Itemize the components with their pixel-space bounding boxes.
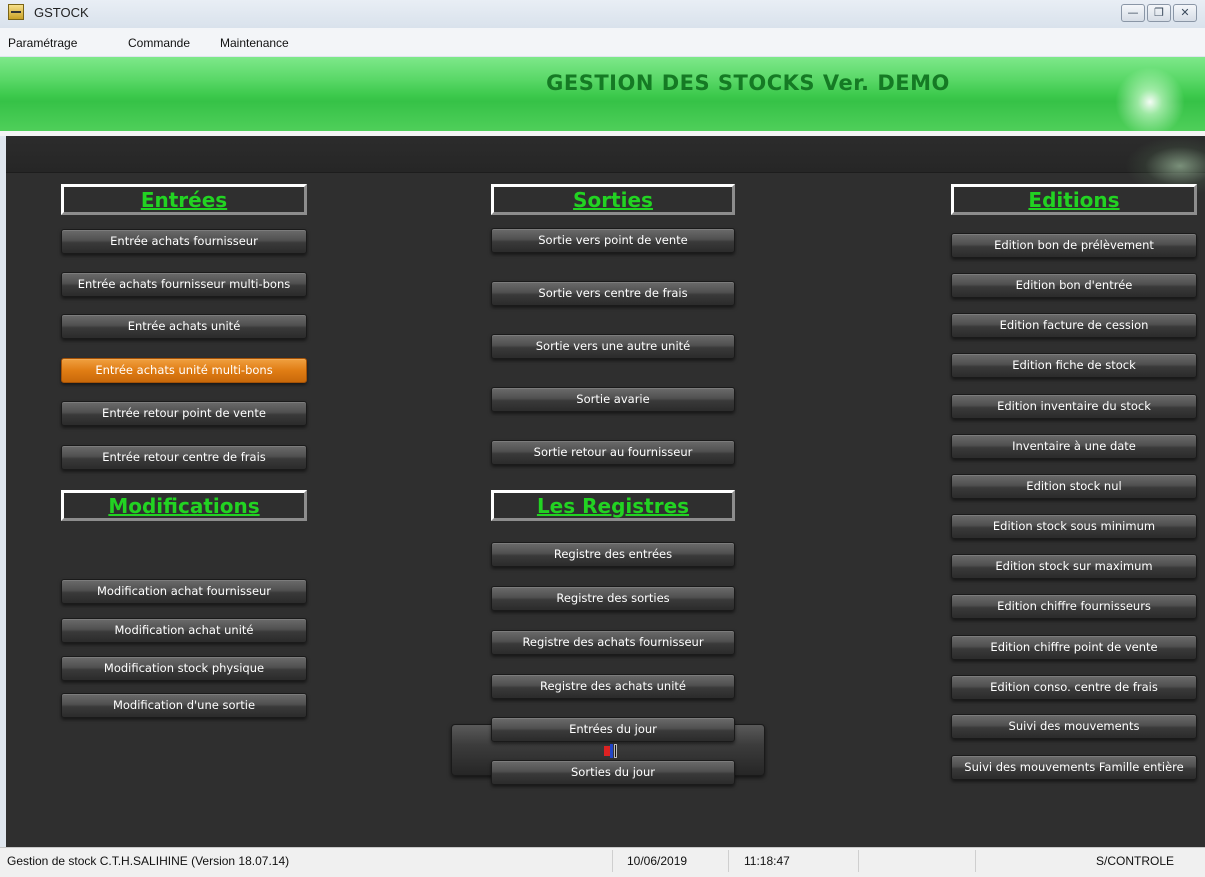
- app-header-title: GESTION DES STOCKS Ver. DEMO: [546, 71, 950, 95]
- btn-registre-des-entrees[interactable]: Registre des entrées: [491, 542, 735, 567]
- btn-modification-achat-fournisseur[interactable]: Modification achat fournisseur: [61, 579, 307, 604]
- status-time: 11:18:47: [744, 854, 790, 868]
- section-entrees-title: Entrées: [61, 184, 307, 215]
- status-separator: [728, 850, 729, 872]
- status-separator: [975, 850, 976, 872]
- btn-sortie-avarie[interactable]: Sortie avarie: [491, 387, 735, 412]
- btn-edition-facture-de-cession[interactable]: Edition facture de cession: [951, 313, 1197, 338]
- btn-sortie-retour-au-fournisseur[interactable]: Sortie retour au fournisseur: [491, 440, 735, 465]
- btn-edition-stock-nul[interactable]: Edition stock nul: [951, 474, 1197, 499]
- window-controls: — ❐ ✕: [1121, 4, 1197, 22]
- btn-modification-achat-unite[interactable]: Modification achat unité: [61, 618, 307, 643]
- btn-entree-retour-point-de-vente[interactable]: Entrée retour point de vente: [61, 401, 307, 426]
- btn-edition-inventaire-du-stock[interactable]: Edition inventaire du stock: [951, 394, 1197, 419]
- btn-suivi-des-mouvements[interactable]: Suivi des mouvements: [951, 714, 1197, 739]
- btn-sortie-vers-centre-de-frais[interactable]: Sortie vers centre de frais: [491, 281, 735, 306]
- title-bar: GSTOCK — ❐ ✕: [0, 0, 1205, 28]
- btn-entree-achats-fournisseur[interactable]: Entrée achats fournisseur: [61, 229, 307, 254]
- status-date: 10/06/2019: [627, 854, 688, 868]
- btn-edition-chiffre-fournisseurs[interactable]: Edition chiffre fournisseurs: [951, 594, 1197, 619]
- toolbar-mini-icon: [604, 744, 618, 758]
- btn-suivi-des-mouvements-famille-entiere[interactable]: Suivi des mouvements Famille entière: [951, 755, 1197, 780]
- btn-edition-stock-sur-maximum[interactable]: Edition stock sur maximum: [951, 554, 1197, 579]
- menu-maintenance[interactable]: Maintenance: [220, 36, 289, 50]
- status-app-info: Gestion de stock C.T.H.SALIHINE (Version…: [7, 854, 290, 868]
- btn-edition-chiffre-point-de-vente[interactable]: Edition chiffre point de vente: [951, 635, 1197, 660]
- minimize-icon[interactable]: —: [1121, 4, 1145, 22]
- menu-bar: Paramétrage Commande Maintenance: [0, 28, 1205, 56]
- btn-registre-des-achats-fournisseur[interactable]: Registre des achats fournisseur: [491, 630, 735, 655]
- restore-icon[interactable]: ❐: [1147, 4, 1171, 22]
- btn-edition-bon-d-entree[interactable]: Edition bon d'entrée: [951, 273, 1197, 298]
- window-title: GSTOCK: [34, 5, 89, 20]
- btn-entree-retour-centre-de-frais[interactable]: Entrée retour centre de frais: [61, 445, 307, 470]
- status-separator: [858, 850, 859, 872]
- btn-edition-fiche-de-stock[interactable]: Edition fiche de stock: [951, 353, 1197, 378]
- btn-sortie-vers-point-de-vente[interactable]: Sortie vers point de vente: [491, 228, 735, 253]
- status-user: S/CONTROLE: [1096, 854, 1175, 868]
- header-glow-decoration: [1115, 67, 1185, 137]
- section-sorties-title: Sorties: [491, 184, 735, 215]
- btn-edition-stock-sous-minimum[interactable]: Edition stock sous minimum: [951, 514, 1197, 539]
- btn-edition-bon-de-prelevement[interactable]: Edition bon de prélèvement: [951, 233, 1197, 258]
- btn-entree-achats-fournisseur-multi-bons[interactable]: Entrée achats fournisseur multi-bons: [61, 272, 307, 297]
- btn-registre-des-sorties[interactable]: Registre des sorties: [491, 586, 735, 611]
- btn-entree-achats-unite[interactable]: Entrée achats unité: [61, 314, 307, 339]
- app-icon: [8, 4, 24, 20]
- btn-inventaire-a-une-date[interactable]: Inventaire à une date: [951, 434, 1197, 459]
- btn-modification-stock-physique[interactable]: Modification stock physique: [61, 656, 307, 681]
- btn-entrees-du-jour[interactable]: Entrées du jour: [491, 717, 735, 742]
- section-editions-title: Editions: [951, 184, 1197, 215]
- btn-modification-d-une-sortie[interactable]: Modification d'une sortie: [61, 693, 307, 718]
- btn-sortie-vers-une-autre-unite[interactable]: Sortie vers une autre unité: [491, 334, 735, 359]
- menu-commande[interactable]: Commande: [128, 36, 190, 50]
- close-icon[interactable]: ✕: [1173, 4, 1197, 22]
- btn-sorties-du-jour[interactable]: Sorties du jour: [491, 760, 735, 785]
- menu-parametrage[interactable]: Paramétrage: [8, 36, 77, 50]
- section-registres-title: Les Registres: [491, 490, 735, 521]
- section-modifications-title: Modifications: [61, 490, 307, 521]
- status-bar: Gestion de stock C.T.H.SALIHINE (Version…: [0, 847, 1205, 877]
- btn-entree-achats-unite-multi-bons[interactable]: Entrée achats unité multi-bons: [61, 358, 307, 383]
- btn-registre-des-achats-unite[interactable]: Registre des achats unité: [491, 674, 735, 699]
- main-top-strip: [6, 136, 1205, 173]
- app-header-banner: GESTION DES STOCKS Ver. DEMO: [0, 57, 1205, 137]
- status-separator: [612, 850, 613, 872]
- btn-edition-conso-centre-de-frais[interactable]: Edition conso. centre de frais: [951, 675, 1197, 700]
